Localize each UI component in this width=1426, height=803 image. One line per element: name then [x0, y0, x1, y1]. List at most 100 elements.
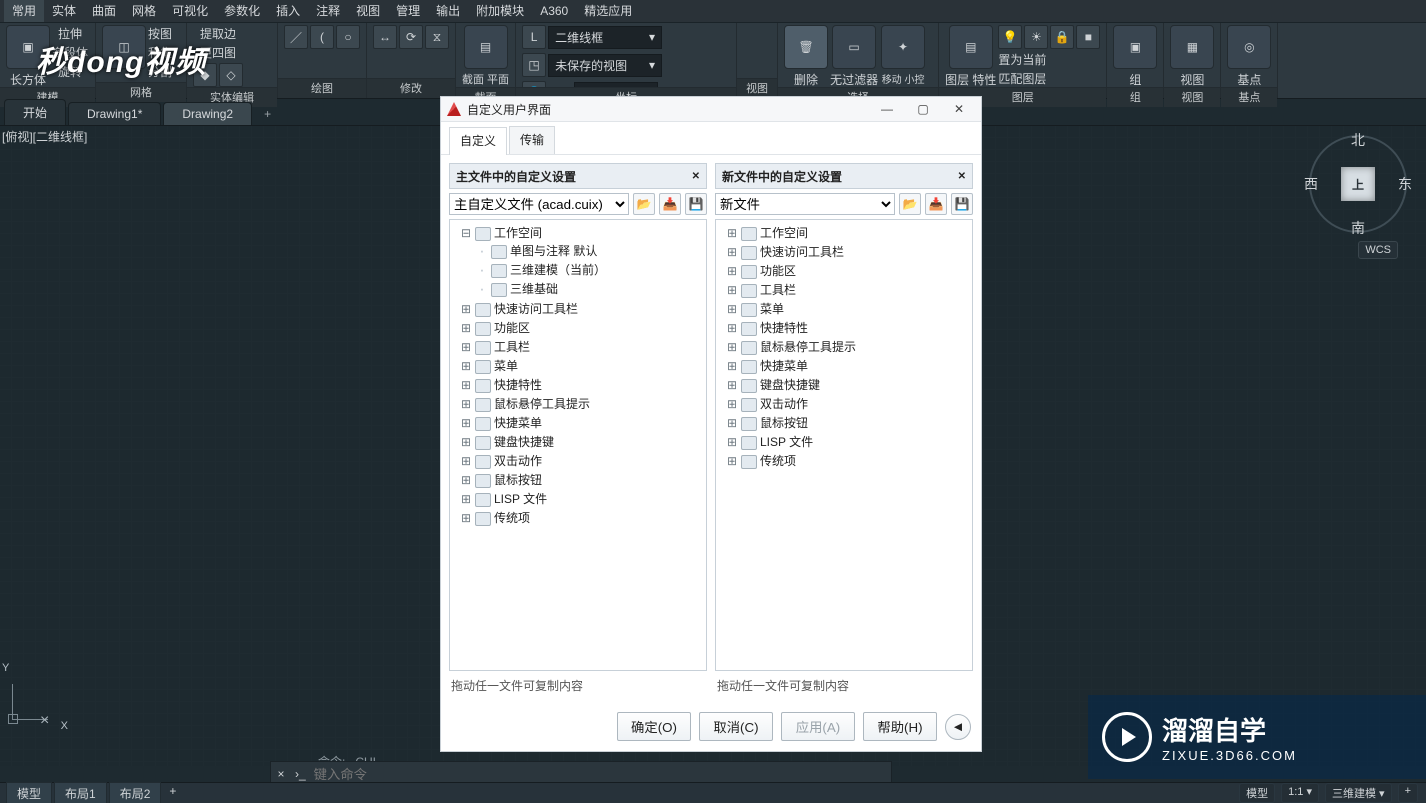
menu-item[interactable]: 插入	[268, 0, 308, 22]
menu-item[interactable]: A360	[532, 2, 576, 21]
tree-item[interactable]: ⊞工具栏	[726, 280, 970, 299]
dialog-titlebar[interactable]: 自定义用户界面 — ▢ ✕	[441, 97, 981, 122]
expand-icon[interactable]: ⊞	[726, 302, 738, 317]
tree-item[interactable]: ⊞传统项	[460, 508, 704, 527]
tree-item[interactable]: ⊞功能区	[726, 261, 970, 280]
import-icon[interactable]: 📥	[925, 193, 947, 215]
tree-item[interactable]: ⊞快捷特性	[460, 375, 704, 394]
line-icon[interactable]: ／	[284, 25, 308, 49]
expand-icon[interactable]: ⊞	[726, 359, 738, 374]
tree-item[interactable]: ⊞工具栏	[460, 337, 704, 356]
tree-item[interactable]: ⊞LISP 文件	[460, 489, 704, 508]
tree-item[interactable]: ⊞快捷特性	[726, 318, 970, 337]
menu-item[interactable]: 实体	[44, 0, 84, 22]
tree-item[interactable]: ⊞鼠标按钮	[726, 413, 970, 432]
sun-icon[interactable]: ☀	[1024, 25, 1048, 49]
gizmo-icon[interactable]: ✦	[881, 25, 925, 69]
tree-item[interactable]: ⊞鼠标悬停工具提示	[726, 337, 970, 356]
section-icon[interactable]: ▤	[464, 25, 508, 69]
delete-filter-icon[interactable]: 🗑	[784, 25, 828, 69]
expand-icon[interactable]: ⊞	[460, 511, 472, 526]
expand-icon[interactable]: ⊞	[726, 340, 738, 355]
expand-icon[interactable]: ⊞	[726, 454, 738, 469]
expand-icon[interactable]: ⊞	[460, 359, 472, 374]
tree-item[interactable]: ·三维建模（当前）	[476, 260, 704, 279]
status-chip[interactable]: 模型	[1239, 783, 1275, 803]
viewport-label[interactable]: [俯视][二维线框]	[2, 128, 87, 145]
tree-item[interactable]: ·单图与注释 默认	[476, 241, 704, 260]
expand-icon[interactable]: ⊞	[726, 397, 738, 412]
menu-item[interactable]: 注释	[308, 0, 348, 22]
layout-tab[interactable]: 布局1	[54, 782, 107, 803]
expand-icon[interactable]: ⊞	[460, 321, 472, 336]
expand-icon[interactable]: ⊞	[726, 378, 738, 393]
maximize-icon[interactable]: ▢	[905, 98, 941, 120]
no-filter-icon[interactable]: ▭	[832, 25, 876, 69]
menu-item[interactable]: 精选应用	[576, 0, 640, 22]
expand-icon[interactable]: ⊞	[460, 416, 472, 431]
mirror-icon[interactable]: ⧖	[425, 25, 449, 49]
tree-item[interactable]: ⊞菜单	[726, 299, 970, 318]
tree-item[interactable]: ⊞双击动作	[726, 394, 970, 413]
tree-item[interactable]: ⊞工作空间	[726, 223, 970, 242]
cancel-button[interactable]: 取消(C)	[699, 712, 773, 741]
menu-item[interactable]: 输出	[428, 0, 468, 22]
import-icon[interactable]: 📥	[659, 193, 681, 215]
wcs-badge[interactable]: WCS	[1358, 241, 1398, 259]
document-tab[interactable]: Drawing1*	[68, 102, 161, 125]
rotate-icon[interactable]: ⟳	[399, 25, 423, 49]
minimize-icon[interactable]: —	[869, 98, 905, 120]
add-tab-button[interactable]: +	[254, 103, 281, 125]
dialog-tab[interactable]: 自定义	[449, 127, 507, 155]
tree-item[interactable]: ⊞双击动作	[460, 451, 704, 470]
menu-item[interactable]: 附加模块	[468, 0, 532, 22]
expand-icon[interactable]: ⊞	[460, 397, 472, 412]
tree-item[interactable]: ⊞LISP 文件	[726, 432, 970, 451]
expand-icon[interactable]: ⊞	[726, 226, 738, 241]
dialog-tab[interactable]: 传输	[509, 126, 555, 154]
expand-icon[interactable]: ⊞	[460, 454, 472, 469]
left-file-select[interactable]: 主自定义文件 (acad.cuix)	[449, 193, 629, 215]
bulb-icon[interactable]: 💡	[998, 25, 1022, 49]
expand-toggle-button[interactable]: ◄	[945, 714, 971, 740]
menu-item[interactable]: 管理	[388, 0, 428, 22]
visual-style-select[interactable]: 二维线框▾	[548, 26, 662, 49]
ucs-icon[interactable]: L	[522, 25, 546, 49]
match-label[interactable]: 匹配图层	[998, 70, 1046, 87]
left-tree[interactable]: ⊟工作空间·单图与注释 默认·三维建模（当前）·三维基础⊞快速访问工具栏⊞功能区…	[449, 219, 707, 671]
expand-icon[interactable]: ⊞	[726, 435, 738, 450]
expand-icon[interactable]: ⊟	[460, 226, 472, 241]
base-icon[interactable]: ◎	[1227, 25, 1271, 69]
expand-icon[interactable]: ⊞	[726, 416, 738, 431]
help-button[interactable]: 帮助(H)	[863, 712, 937, 741]
view-icon[interactable]: ▦	[1170, 25, 1214, 69]
expand-icon[interactable]: ⊞	[726, 264, 738, 279]
move-icon[interactable]: ↔	[373, 25, 397, 49]
expand-icon[interactable]: ⊞	[460, 302, 472, 317]
expand-icon[interactable]: ⊞	[726, 283, 738, 298]
layer-icon[interactable]: ▤	[949, 25, 993, 69]
collapse-icon[interactable]: ✕	[958, 171, 966, 182]
tree-item[interactable]: ⊞鼠标按钮	[460, 470, 704, 489]
menu-item[interactable]: 曲面	[84, 0, 124, 22]
expand-icon[interactable]: ⊞	[460, 340, 472, 355]
ucs-icon-2[interactable]: ◳	[522, 53, 546, 77]
menu-item[interactable]: 参数化	[216, 0, 268, 22]
menu-item[interactable]: 网格	[124, 0, 164, 22]
saved-view-select[interactable]: 未保存的视图▾	[548, 54, 662, 77]
tree-item[interactable]: ⊞快速访问工具栏	[726, 242, 970, 261]
save-icon[interactable]: 💾	[951, 193, 973, 215]
apply-button[interactable]: 应用(A)	[781, 712, 855, 741]
tree-item[interactable]: ⊞键盘快捷键	[460, 432, 704, 451]
ok-button[interactable]: 确定(O)	[617, 712, 691, 741]
tree-item[interactable]: ⊞传统项	[726, 451, 970, 470]
menu-item[interactable]: 视图	[348, 0, 388, 22]
lock-icon[interactable]: 🔒	[1050, 25, 1074, 49]
expand-icon[interactable]: ⊞	[726, 321, 738, 336]
command-input[interactable]	[312, 766, 816, 783]
tree-item[interactable]: ⊞键盘快捷键	[726, 375, 970, 394]
tree-item[interactable]: ⊞菜单	[460, 356, 704, 375]
tree-item[interactable]: ⊞快速访问工具栏	[460, 299, 704, 318]
document-tab[interactable]: 开始	[4, 99, 66, 125]
layout-tab[interactable]: 模型	[6, 782, 52, 803]
